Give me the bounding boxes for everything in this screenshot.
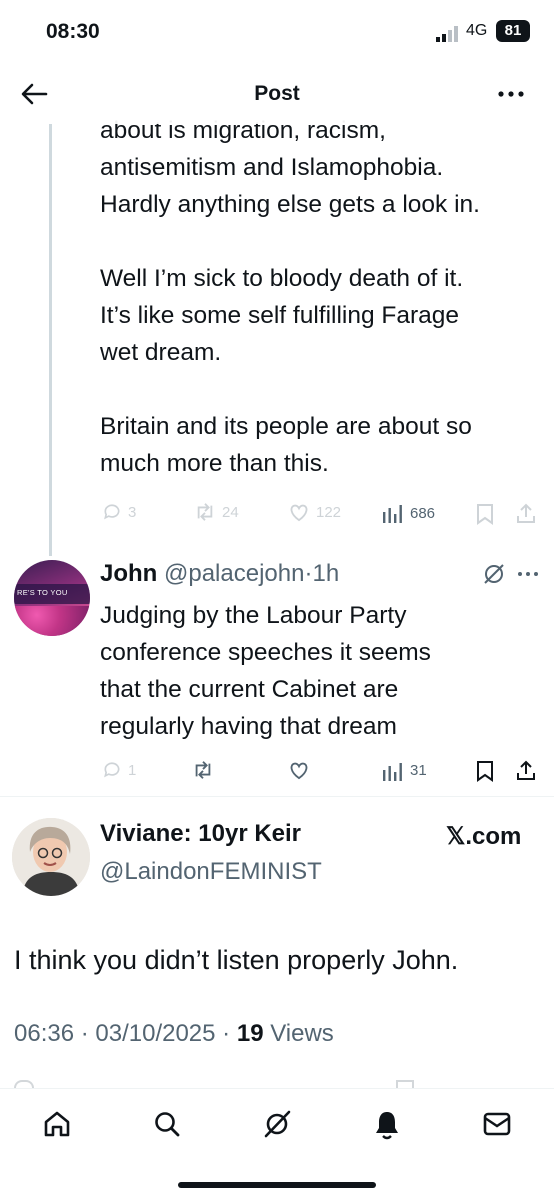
parent-post-actions: 3 24 122 <box>0 500 554 530</box>
grok-icon[interactable] <box>482 562 506 586</box>
bookmark-icon[interactable] <box>476 760 494 782</box>
reply-count: 3 <box>128 504 137 521</box>
repost-icon[interactable] <box>192 759 214 781</box>
views-number[interactable]: 19 <box>237 1020 264 1047</box>
divider <box>0 796 554 797</box>
search-icon[interactable] <box>152 1109 182 1139</box>
reply-icon[interactable] <box>102 502 122 522</box>
network-label: 4G <box>466 22 488 39</box>
repost-icon[interactable] <box>194 502 216 522</box>
author-name[interactable]: John <box>100 560 157 588</box>
author-handle[interactable]: @LaindonFEMINIST <box>100 858 322 886</box>
home-indicator <box>178 1182 376 1188</box>
thread-line <box>49 124 52 556</box>
author-name[interactable]: Viviane: 10yr Keir <box>100 820 301 848</box>
grok-icon[interactable] <box>262 1109 292 1139</box>
repost-count: 24 <box>222 504 239 521</box>
views-icon[interactable] <box>382 504 404 524</box>
main-post-text: I think you didn’t listen properly John. <box>14 945 459 975</box>
signal-icon <box>436 26 458 42</box>
avatar[interactable]: RE'S TO YOU <box>14 560 90 636</box>
status-time: 08:30 <box>46 20 100 43</box>
avatar-banner-text: RE'S TO YOU <box>17 588 68 597</box>
post-meta: 06:36 · 03/10/2025 · 19 Views <box>14 1020 334 1048</box>
author-handle[interactable]: @palacejohn·1h <box>164 560 339 588</box>
page-title: Post <box>254 82 300 105</box>
like-icon[interactable] <box>288 502 310 522</box>
messages-icon[interactable] <box>482 1111 512 1137</box>
share-icon[interactable] <box>516 502 536 524</box>
views-count: 686 <box>410 505 436 522</box>
avatar-portrait <box>12 818 90 896</box>
reply-count: 1 <box>128 762 137 779</box>
views-label: Views <box>263 1020 334 1047</box>
reply-icon[interactable] <box>102 760 122 780</box>
views-icon[interactable] <box>382 762 404 782</box>
views-count: 31 <box>410 762 427 779</box>
handle-text: @palacejohn <box>164 560 305 587</box>
post-time: 1h <box>312 560 340 587</box>
source-watermark: 𝕏.com <box>446 823 522 850</box>
timestamp: 06:36 · 03/10/2025 · <box>14 1020 237 1047</box>
home-icon[interactable] <box>42 1109 72 1139</box>
like-icon[interactable] <box>288 760 310 780</box>
notifications-icon[interactable] <box>372 1109 402 1141</box>
reply-post-text: Judging by the Labour Party conference s… <box>100 602 431 740</box>
avatar[interactable] <box>12 818 90 896</box>
more-icon[interactable] <box>516 566 540 582</box>
more-icon[interactable] <box>496 82 526 106</box>
like-count: 122 <box>316 504 342 521</box>
parent-post-text: about is migration, racism, antisemitism… <box>100 117 480 477</box>
battery-level: 81 <box>496 20 530 42</box>
share-icon[interactable] <box>516 759 536 781</box>
bookmark-icon[interactable] <box>476 503 494 525</box>
